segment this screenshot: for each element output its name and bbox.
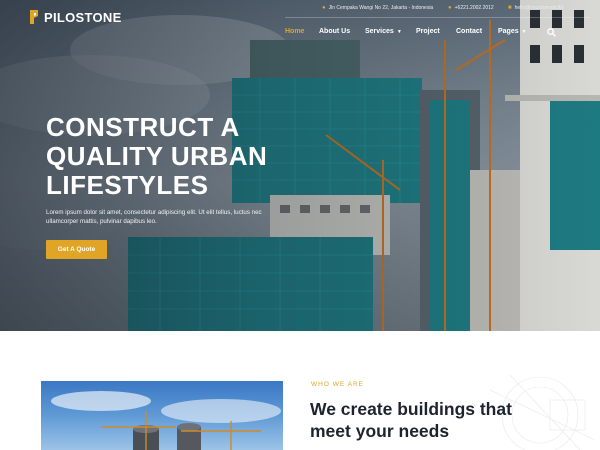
nav-contact-label: Contact [456,28,483,35]
logo-mark-icon [30,10,38,24]
nav-pages[interactable]: Pages ▼ [498,28,527,35]
about-image [41,381,283,450]
topbar-phone[interactable]: ● +6221.2002.2012 [448,5,494,11]
nav-pages-label: Pages [498,28,519,35]
topbar-email[interactable]: ■ hello@yourdomain.tld [508,5,563,11]
nav-project-label: Project [416,28,440,35]
hero-title: CONSTRUCT A QUALITY URBAN LIFESTYLES [46,112,268,200]
email-text: hello@yourdomain.tld [514,5,564,11]
hero-text: Lorem ipsum dolor sit amet, consectetur … [46,209,262,225]
about-title: We create buildings that meet your needs [310,399,512,441]
construction-photo [51,391,281,450]
nav-contact[interactable]: Contact [456,28,482,35]
nav-about-us[interactable]: About Us [319,28,350,35]
chevron-down-icon: ▼ [396,29,402,35]
section-eyebrow: WHO WE ARE [311,381,364,388]
get-quote-button[interactable]: Get A Quote [46,240,107,259]
nav-home-label: Home [285,28,305,35]
brand-logo[interactable]: PILOSTONE [28,9,122,25]
chevron-down-icon: ▼ [521,29,527,35]
topbar-divider [285,17,590,18]
search-icon[interactable] [547,28,556,37]
nav-project[interactable]: Project [416,28,440,35]
phone-icon: ● [448,5,452,11]
location-pin-icon: ● [322,5,326,11]
topbar-address: ● Jln Cempaka Wangi No 22, Jakarta - Ind… [322,5,433,11]
nav-services[interactable]: Services ▼ [365,28,402,35]
nav-home[interactable]: Home [285,28,304,35]
address-text: Jln Cempaka Wangi No 22, Jakarta - Indon… [328,5,434,11]
mail-icon: ■ [508,5,512,11]
phone-text: +6221.2002.2012 [454,5,494,11]
nav-services-label: Services [365,28,394,35]
nav-about-label: About Us [319,28,351,35]
brand-name: PILOSTONE [44,9,122,25]
